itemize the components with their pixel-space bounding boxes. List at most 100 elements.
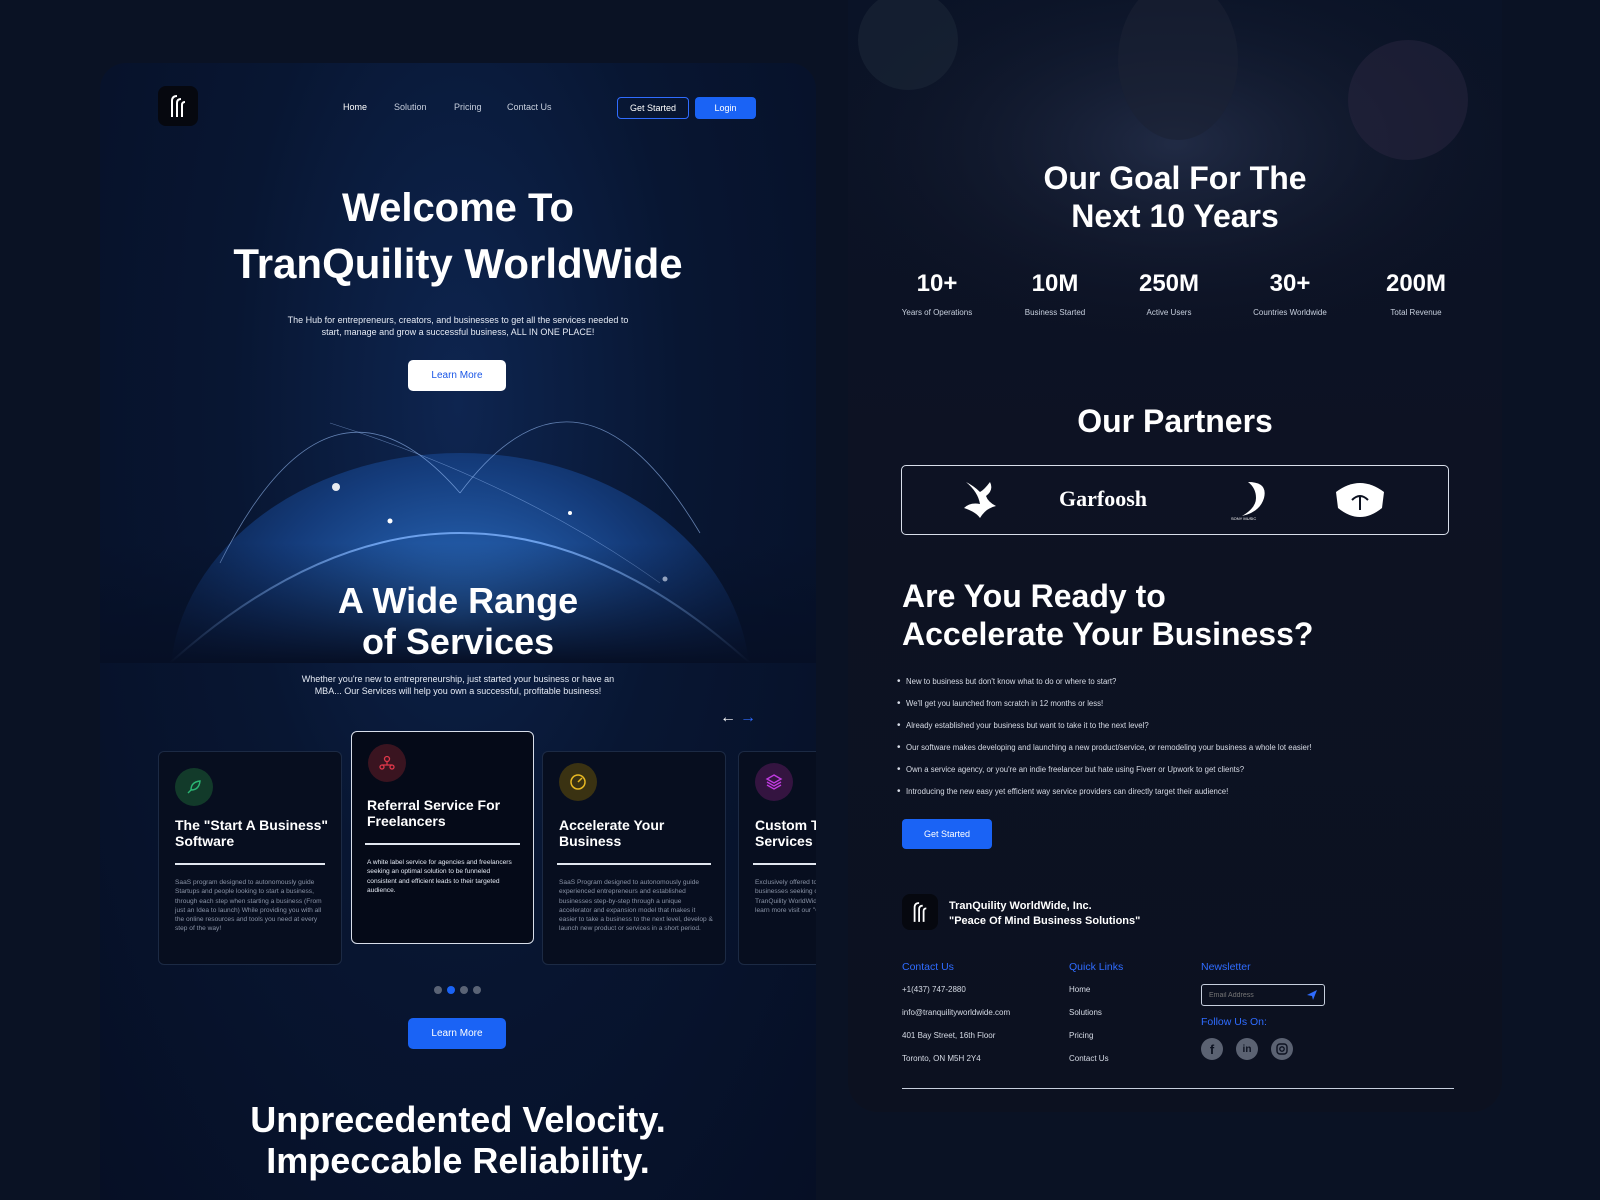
stat-value: 200M xyxy=(1385,270,1447,297)
brand-logo-icon xyxy=(913,902,927,922)
bullet-item: We'll get you launched from scratch in 1… xyxy=(897,698,1103,709)
rocket-icon xyxy=(175,768,213,806)
bullet-item: Introducing the new easy yet efficient w… xyxy=(897,786,1228,797)
newsletter-email-input[interactable] xyxy=(1207,987,1301,1003)
carousel-dot[interactable] xyxy=(434,986,442,994)
footer-quick-links-heading: Quick Links xyxy=(1069,961,1124,973)
stat-value: 10+ xyxy=(916,270,958,297)
carousel-next-arrow-icon[interactable]: → xyxy=(740,709,756,727)
footer-link-home[interactable]: Home xyxy=(1069,985,1090,994)
services-title-line2: of Services xyxy=(361,621,555,662)
service-card-desc: A white label service for agencies and f… xyxy=(367,859,512,894)
services-learn-more-button[interactable]: Learn More xyxy=(408,1018,506,1049)
service-card-title: The "Start A Business" Software xyxy=(175,817,329,849)
brand-logo-icon xyxy=(171,95,186,117)
goal-title-line1: Our Goal For The xyxy=(1043,160,1307,196)
service-card-title: Referral Service For Freelancers xyxy=(367,797,501,829)
service-card[interactable]: Accelerate Your Business SaaS Program de… xyxy=(542,751,726,965)
stat-label: Countries Worldwide xyxy=(1253,308,1327,317)
footer-link-contact[interactable]: Contact Us xyxy=(1069,1054,1109,1063)
landing-page-right: Our Goal For The Next 10 Years 10+ Years… xyxy=(848,0,1502,1112)
carousel-prev-arrow-icon[interactable]: ← xyxy=(720,709,736,727)
brand-logo[interactable] xyxy=(158,86,198,126)
service-card-active[interactable]: Referral Service For Freelancers A white… xyxy=(351,731,534,944)
instagram-icon[interactable] xyxy=(1271,1038,1293,1060)
hero-title-line2: TranQuility WorldWide xyxy=(233,240,683,287)
service-card-desc: SaaS Program designed to autonomously gu… xyxy=(559,879,713,933)
service-card-desc: SaaS program designed to autonomously gu… xyxy=(175,879,322,933)
carousel-dot[interactable] xyxy=(473,986,481,994)
footer-tagline: "Peace Of Mind Business Solutions" xyxy=(949,915,1141,927)
accelerate-get-started-button[interactable]: Get Started xyxy=(902,819,992,849)
hero-learn-more-button[interactable]: Learn More xyxy=(408,360,506,391)
layers-icon xyxy=(755,763,793,801)
footer-company-name: TranQuility WorldWide, Inc. xyxy=(949,900,1092,912)
get-started-button[interactable]: Get Started xyxy=(617,97,689,119)
services-subtitle-line1: Whether you're new to entrepreneurship, … xyxy=(301,674,615,684)
service-card-title: Accelerate Your Business xyxy=(559,817,665,849)
service-card-desc: Exclusively offered to existing clients … xyxy=(755,879,816,914)
divider xyxy=(557,863,711,865)
divider xyxy=(753,863,816,865)
services-subtitle-line2: MBA... Our Services will help you own a … xyxy=(314,686,602,696)
hero-subtitle-line1: The Hub for entrepreneurs, creators, and… xyxy=(287,315,629,325)
nav-home[interactable]: Home xyxy=(343,102,367,112)
hero-subtitle-line2: start, manage and grow a successful busi… xyxy=(321,327,595,337)
bullet-item: Our software makes developing and launch… xyxy=(897,742,1312,753)
footer-brand-logo[interactable] xyxy=(902,894,938,930)
garfoosh-logo: Garfoosh xyxy=(1059,486,1147,511)
partners-logo-strip: Garfoosh SONY MUSIC xyxy=(901,465,1449,535)
divider xyxy=(175,863,325,865)
stat-label: Business Started xyxy=(1024,308,1086,317)
footer-divider xyxy=(902,1088,1454,1089)
service-card-title: Custom Tailored Services xyxy=(755,817,816,849)
bullet-item: Own a service agency, or you're an indie… xyxy=(897,764,1244,775)
footer-contact-heading: Contact Us xyxy=(902,961,954,973)
stat-label: Active Users xyxy=(1146,308,1192,317)
stat-item: 10M Business Started xyxy=(1005,270,1105,317)
stat-label: Years of Operations xyxy=(901,308,973,317)
carousel-dot[interactable] xyxy=(460,986,468,994)
partners-title: Our Partners xyxy=(1077,403,1273,439)
bullet-item: New to business but don't know what to d… xyxy=(897,676,1116,687)
footer-address-line2: Toronto, ON M5H 2Y4 xyxy=(902,1054,981,1063)
goal-title-line2: Next 10 Years xyxy=(1071,198,1279,234)
divider xyxy=(365,843,520,845)
stat-item: 10+ Years of Operations xyxy=(892,270,982,317)
newsletter-form xyxy=(1201,984,1325,1006)
footer-phone[interactable]: +1(437) 747-2880 xyxy=(902,985,966,994)
nav-contact[interactable]: Contact Us xyxy=(507,102,552,112)
service-card[interactable]: The "Start A Business" Software SaaS pro… xyxy=(158,751,342,965)
stat-item: 30+ Countries Worldwide xyxy=(1235,270,1345,317)
footer-link-solutions[interactable]: Solutions xyxy=(1069,1008,1102,1017)
stat-value: 250M xyxy=(1138,270,1200,297)
accelerate-title-line1: Are You Ready to xyxy=(902,578,1166,614)
stat-item: 250M Active Users xyxy=(1119,270,1219,317)
footer-email[interactable]: info@tranquilityworldwide.com xyxy=(902,1008,1010,1017)
footer-newsletter-heading: Newsletter xyxy=(1201,961,1251,973)
hero-title-line1: Welcome To xyxy=(342,186,574,230)
footer-address-line1: 401 Bay Street, 16th Floor xyxy=(902,1031,996,1040)
service-card[interactable]: Custom Tailored Services Exclusively off… xyxy=(738,751,816,965)
footer-follow-heading: Follow Us On: xyxy=(1201,1016,1267,1028)
stat-item: 200M Total Revenue xyxy=(1366,270,1466,317)
landing-page-left: Home Solution Pricing Contact Us Get Sta… xyxy=(100,63,816,1200)
stat-value: 30+ xyxy=(1269,270,1311,297)
accelerate-title-line2: Accelerate Your Business? xyxy=(902,616,1314,652)
velocity-line1: Unprecedented Velocity. xyxy=(250,1099,666,1140)
velocity-line2: Impeccable Reliability. xyxy=(266,1140,650,1181)
stat-value: 10M xyxy=(1031,270,1079,297)
login-button[interactable]: Login xyxy=(695,97,756,119)
send-icon[interactable] xyxy=(1306,989,1318,1001)
surf-coffee-logo-icon xyxy=(1336,483,1384,517)
facebook-icon[interactable]: f xyxy=(1201,1038,1223,1060)
services-title-line1: A Wide Range xyxy=(337,580,579,621)
footer-link-pricing[interactable]: Pricing xyxy=(1069,1031,1093,1040)
nav-solution[interactable]: Solution xyxy=(394,102,427,112)
stat-label: Total Revenue xyxy=(1390,308,1442,317)
linkedin-icon[interactable]: in xyxy=(1236,1038,1258,1060)
speedometer-icon xyxy=(559,763,597,801)
carousel-dot-active[interactable] xyxy=(447,986,455,994)
nav-pricing[interactable]: Pricing xyxy=(454,102,482,112)
bullet-item: Already established your business but wa… xyxy=(897,720,1149,731)
